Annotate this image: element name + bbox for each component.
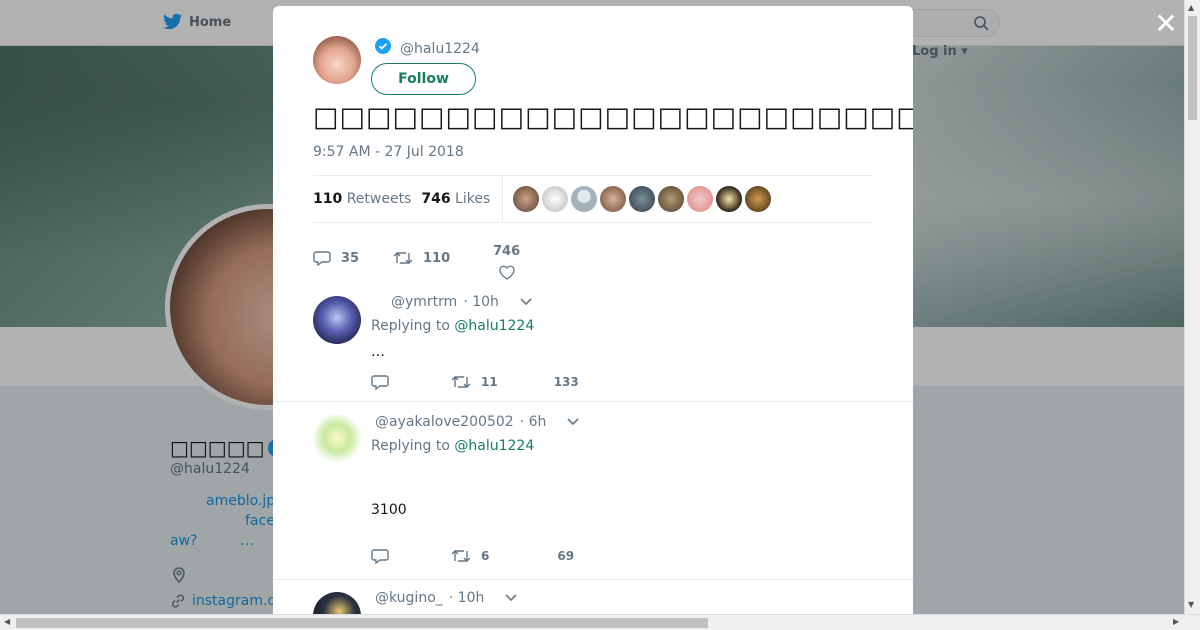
reply-icon[interactable] xyxy=(371,548,389,564)
replying-to: Replying to @halu1224 xyxy=(371,438,534,454)
retweet-icon[interactable] xyxy=(451,374,471,390)
horizontal-scroll-thumb[interactable] xyxy=(16,618,708,628)
liker-avatar[interactable] xyxy=(658,186,685,212)
retweet-icon xyxy=(393,252,413,264)
scroll-down-arrow-icon[interactable]: ▼ xyxy=(1188,600,1194,609)
reply-header: @kugino_ · 10h xyxy=(375,590,518,606)
liker-avatar[interactable] xyxy=(542,186,569,212)
close-modal-button[interactable]: ✕ xyxy=(1152,10,1180,38)
like-action[interactable]: 746 xyxy=(493,244,520,280)
reply-handle[interactable]: @ayakalove200502 xyxy=(375,414,514,430)
replying-to-link[interactable]: @halu1224 xyxy=(454,438,534,454)
reply-header: @ymrtrm · 10h xyxy=(391,294,533,310)
retweets-stat[interactable]: 110 Retweets xyxy=(313,191,411,207)
chevron-down-icon[interactable] xyxy=(566,417,580,427)
reply-body: … xyxy=(371,344,385,360)
retweet-icon[interactable] xyxy=(451,548,471,564)
reply-header: @ayakalove200502 · 6h xyxy=(375,414,580,430)
horizontal-scrollbar[interactable]: ◀ ▶ xyxy=(0,614,1200,630)
vertical-scrollbar[interactable]: ▲ ▼ xyxy=(1184,0,1200,614)
reply-handle[interactable]: @ymrtrm xyxy=(391,294,457,310)
reply-action[interactable]: 35 xyxy=(313,250,393,266)
reply-time[interactable]: · 10h xyxy=(463,294,499,310)
tweet-text: □□□□□□□□□□□□□□□□□□□□□□□□□□□□□□□□□□□□□□□□… xyxy=(313,102,913,133)
reply-avatar[interactable] xyxy=(313,296,361,344)
reply-icon[interactable] xyxy=(371,374,389,390)
likes-label: Likes xyxy=(455,191,491,207)
reply-handle[interactable]: @kugino_ xyxy=(375,590,443,606)
chevron-down-icon[interactable] xyxy=(519,297,533,307)
vertical-scroll-thumb[interactable] xyxy=(1188,16,1197,120)
heart-icon xyxy=(498,265,515,280)
retweet-action[interactable]: 110 xyxy=(393,250,493,266)
reply-avatar[interactable] xyxy=(313,414,361,462)
reply-actions: 11 133 xyxy=(371,374,579,390)
reply-like-count: 69 xyxy=(557,549,575,563)
author-avatar[interactable] xyxy=(313,36,361,84)
liker-avatar[interactable] xyxy=(513,186,540,212)
replying-to: Replying to @halu1224 xyxy=(371,318,534,334)
scroll-up-arrow-icon[interactable]: ▲ xyxy=(1188,3,1194,12)
author-handle[interactable]: @halu1224 xyxy=(400,41,480,57)
reply-like-count: 133 xyxy=(553,375,579,389)
likes-stat[interactable]: 746 Likes xyxy=(421,191,490,207)
liker-avatar[interactable] xyxy=(600,186,627,212)
reply-retweet-count: 11 xyxy=(481,375,498,389)
reply-time[interactable]: · 10h xyxy=(449,590,485,606)
retweets-label: Retweets xyxy=(346,191,412,207)
reply-avatar[interactable] xyxy=(313,592,361,616)
retweets-count: 110 xyxy=(313,191,343,207)
tweet-actions: 35 110 746 xyxy=(313,236,520,280)
reply-retweet-count: 6 xyxy=(481,549,490,563)
liker-avatar[interactable] xyxy=(571,186,598,212)
reply-icon xyxy=(313,251,331,266)
replying-prefix: Replying to xyxy=(371,438,450,454)
follow-button[interactable]: Follow xyxy=(371,63,476,95)
retweet-count: 110 xyxy=(423,250,451,266)
liker-avatar[interactable] xyxy=(716,186,743,212)
verified-badge-icon xyxy=(375,38,391,54)
reply-body: 3100 xyxy=(371,502,407,518)
likes-count: 746 xyxy=(421,191,451,207)
like-count: 746 xyxy=(493,244,521,259)
replying-to-link[interactable]: @halu1224 xyxy=(454,318,534,334)
reply-time[interactable]: · 6h xyxy=(520,414,547,430)
tweet-stats: 110 Retweets 746 Likes xyxy=(313,175,873,223)
stats-divider xyxy=(502,175,504,223)
replying-prefix: Replying to xyxy=(371,318,450,334)
liker-avatar[interactable] xyxy=(629,186,656,212)
reply-actions: 6 69 xyxy=(371,548,574,564)
chevron-down-icon[interactable] xyxy=(504,593,518,603)
reply-count: 35 xyxy=(341,250,360,266)
tweet-permalink-modal: @halu1224 Follow □□□□□□□□□□□□□□□□□□□□□□□… xyxy=(273,6,913,616)
reply-tweet[interactable]: @ayakalove200502 · 6h Replying to @halu1… xyxy=(273,402,913,580)
reply-tweet[interactable]: @kugino_ · 10h xyxy=(273,580,913,616)
scroll-left-arrow-icon[interactable]: ◀ xyxy=(4,617,10,626)
tweet-timestamp[interactable]: 9:57 AM - 27 Jul 2018 xyxy=(313,144,464,160)
liker-avatars xyxy=(513,186,772,212)
scroll-right-arrow-icon[interactable]: ▶ xyxy=(1173,617,1179,626)
liker-avatar[interactable] xyxy=(745,186,772,212)
liker-avatar[interactable] xyxy=(687,186,714,212)
reply-tweet[interactable]: @ymrtrm · 10h Replying to @halu1224 … 11… xyxy=(273,288,913,402)
